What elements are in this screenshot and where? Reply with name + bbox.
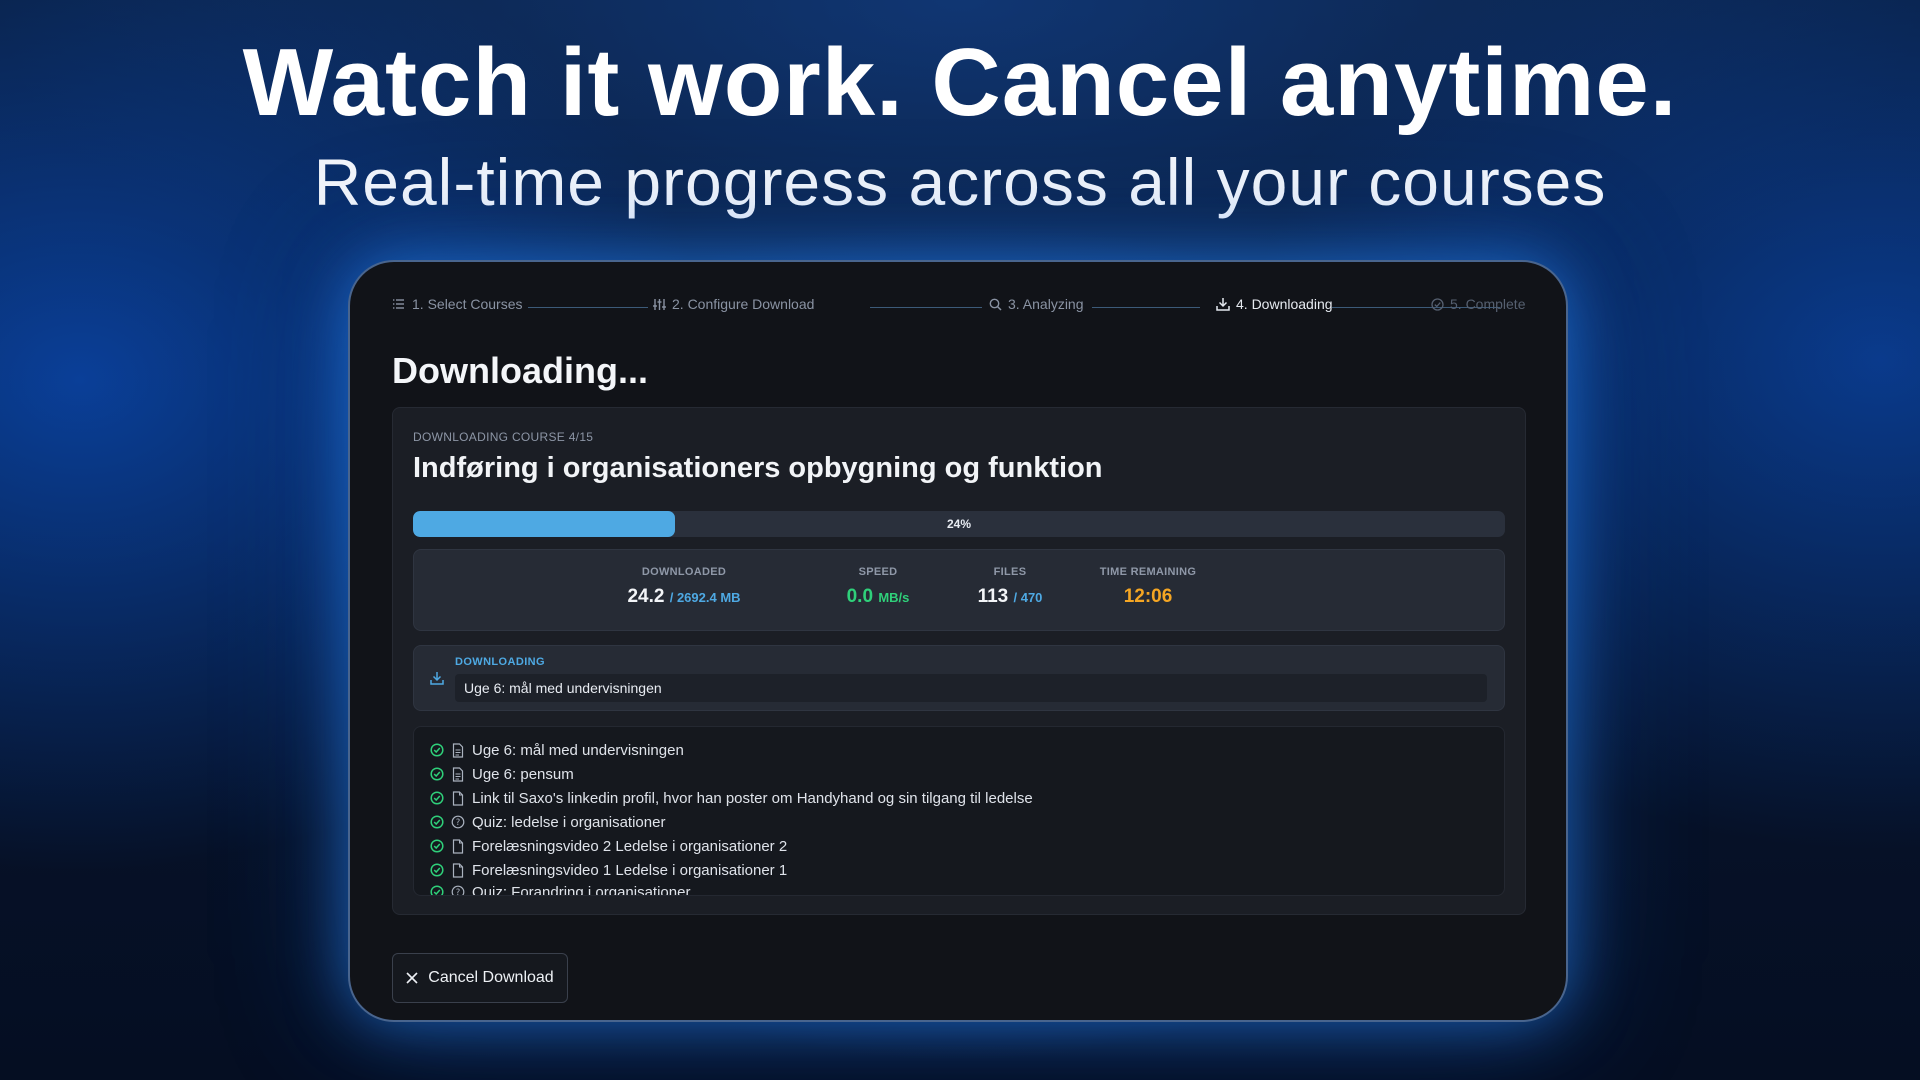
stat-value: 24.2: [627, 586, 665, 607]
stats-panel: DOWNLOADED 24.2 / 2692.4 MB SPEED 0.0 MB…: [413, 549, 1505, 631]
question-circle-icon: ?: [451, 885, 465, 896]
download-card: DOWNLOADING COURSE 4/15 Indføring i orga…: [392, 407, 1526, 915]
file-name: Link til Saxo's linkedin profil, hvor ha…: [472, 789, 1033, 807]
file-name: Quiz: ledelse i organisationer: [472, 813, 666, 831]
step-downloading[interactable]: 4. Downloading: [1216, 296, 1333, 312]
page-heading: Downloading...: [392, 350, 648, 391]
hero-subtitle: Real-time progress across all your cours…: [313, 145, 1607, 219]
stat-label: FILES: [993, 566, 1027, 578]
file-name: Forelæsningsvideo 2 Ledelse i organisati…: [472, 837, 788, 855]
step-analyzing[interactable]: 3. Analyzing: [988, 296, 1084, 312]
stat-value: 0.0: [846, 586, 874, 607]
check-circle-icon: [1430, 297, 1444, 311]
file-icon: [452, 862, 464, 878]
svg-text:?: ?: [456, 888, 461, 896]
check-circle-icon: [430, 863, 444, 877]
stat-speed: SPEED 0.0 MB/s: [828, 566, 928, 608]
current-file-name: Uge 6: mål med undervisningen: [455, 674, 1487, 702]
cancel-download-button[interactable]: Cancel Download: [392, 953, 568, 1003]
step-label: 4. Downloading: [1236, 296, 1333, 312]
stat-total: / 470: [1013, 590, 1043, 605]
question-circle-icon: ?: [451, 815, 465, 829]
stat-files: FILES 113 / 470: [960, 566, 1060, 608]
stat-downloaded: DOWNLOADED 24.2 / 2692.4 MB: [614, 566, 754, 608]
check-circle-icon: [430, 791, 444, 805]
step-label: 3. Analyzing: [1008, 296, 1084, 312]
stat-label: TIME REMAINING: [1099, 566, 1197, 578]
stat-unit: MB/s: [878, 590, 910, 605]
file-name: Uge 6: pensum: [472, 765, 574, 783]
download-icon: [430, 671, 446, 687]
stat-label: DOWNLOADED: [641, 566, 727, 578]
current-download-label: DOWNLOADING: [455, 656, 545, 668]
list-item: Uge 6: pensum: [430, 762, 574, 786]
step-configure-download[interactable]: 2. Configure Download: [652, 296, 814, 312]
sliders-icon: [652, 297, 666, 311]
document-text-icon: [452, 742, 464, 758]
file-icon: [452, 838, 464, 854]
progress-stepper: 1. Select Courses 2. Configure Download …: [392, 286, 1526, 326]
check-circle-icon: [430, 743, 444, 757]
check-circle-icon: [430, 767, 444, 781]
current-download: DOWNLOADING Uge 6: mål med undervisninge…: [413, 645, 1505, 711]
app-window: 1. Select Courses 2. Configure Download …: [348, 260, 1568, 1022]
check-circle-icon: [430, 885, 444, 895]
stat-label: SPEED: [858, 566, 898, 578]
search-icon: [988, 297, 1002, 311]
step-label: 5. Complete: [1450, 296, 1526, 312]
svg-text:?: ?: [456, 818, 461, 828]
list-icon: [392, 297, 406, 311]
stat-total: / 2692.4 MB: [669, 590, 741, 605]
completed-file-list[interactable]: Uge 6: mål med undervisningen Uge 6: pen…: [413, 726, 1505, 896]
check-circle-icon: [430, 815, 444, 829]
document-text-icon: [452, 766, 464, 782]
step-complete[interactable]: 5. Complete: [1430, 296, 1525, 312]
stat-time-remaining: TIME REMAINING 12:06: [1088, 566, 1208, 608]
list-item: ? Quiz: Forandring i organisationer: [430, 880, 691, 896]
download-icon: [1216, 297, 1230, 311]
progress-percent: 24%: [946, 517, 972, 531]
close-icon: [406, 972, 418, 984]
hero-title: Watch it work. Cancel anytime.: [242, 29, 1678, 136]
file-name: Quiz: Forandring i organisationer: [472, 883, 691, 896]
step-connector: [870, 307, 982, 308]
list-item: ? Quiz: ledelse i organisationer: [430, 810, 665, 834]
step-label: 2. Configure Download: [672, 296, 815, 312]
list-item: Uge 6: mål med undervisningen: [430, 738, 684, 762]
step-select-courses[interactable]: 1. Select Courses: [392, 296, 523, 312]
list-item: Link til Saxo's linkedin profil, hvor ha…: [430, 786, 1033, 810]
stat-value: 113: [977, 586, 1009, 607]
course-counter: DOWNLOADING COURSE 4/15: [413, 430, 594, 444]
stat-value: 12:06: [1123, 586, 1173, 607]
list-item: Forelæsningsvideo 2 Ledelse i organisati…: [430, 834, 787, 858]
file-icon: [452, 790, 464, 806]
step-label: 1. Select Courses: [412, 296, 523, 312]
file-name: Forelæsningsvideo 1 Ledelse i organisati…: [472, 861, 788, 879]
course-title: Indføring i organisationers opbygning og…: [413, 452, 1103, 484]
check-circle-icon: [430, 839, 444, 853]
list-item: Forelæsningsvideo 1 Ledelse i organisati…: [430, 858, 787, 882]
step-connector: [528, 307, 648, 308]
progress-bar: 24%: [413, 511, 1505, 537]
cancel-button-label: Cancel Download: [428, 969, 554, 986]
file-name: Uge 6: mål med undervisningen: [472, 741, 684, 759]
step-connector: [1092, 307, 1200, 308]
